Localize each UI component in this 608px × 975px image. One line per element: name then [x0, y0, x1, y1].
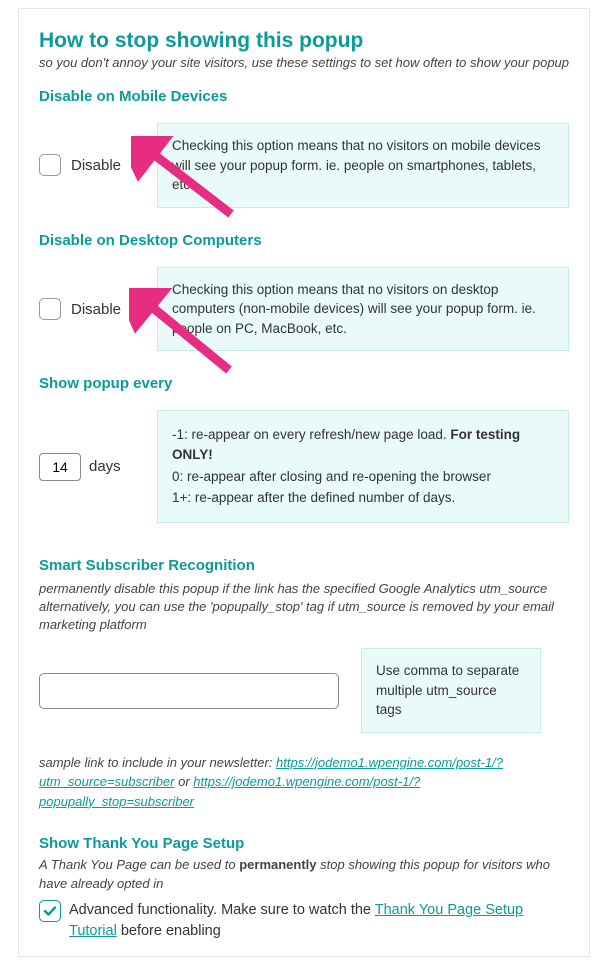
- help-frequency: -1: re-appear on every refresh/new page …: [157, 410, 569, 522]
- section-thank-you: Show Thank You Page Setup A Thank You Pa…: [39, 835, 569, 942]
- sample-or: or: [174, 774, 193, 789]
- input-utm-source[interactable]: [39, 673, 339, 709]
- page-title: How to stop showing this popup: [39, 29, 569, 53]
- sample-prefix: sample link to include in your newslette…: [39, 755, 276, 770]
- heading-disable-mobile: Disable on Mobile Devices: [39, 88, 569, 105]
- page-subtitle: so you don't annoy your site visitors, u…: [39, 55, 569, 70]
- help-disable-mobile: Checking this option means that no visit…: [157, 123, 569, 208]
- label-disable-mobile: Disable: [71, 157, 121, 174]
- label-disable-desktop: Disable: [71, 301, 121, 318]
- settings-panel: How to stop showing this popup so you do…: [18, 8, 590, 957]
- desc-thank-you: A Thank You Page can be used to permanen…: [39, 856, 569, 894]
- section-disable-desktop: Disable on Desktop Computers Disable Che…: [39, 232, 569, 352]
- checkbox-advanced-functionality[interactable]: [39, 900, 61, 922]
- section-frequency: Show popup every days -1: re-appear on e…: [39, 375, 569, 522]
- sample-links: sample link to include in your newslette…: [39, 753, 569, 812]
- label-days-unit: days: [89, 458, 121, 475]
- section-disable-mobile: Disable on Mobile Devices Disable Checki…: [39, 88, 569, 208]
- heading-frequency: Show popup every: [39, 375, 569, 392]
- checkbox-disable-mobile[interactable]: [39, 154, 61, 176]
- heading-smart-recognition: Smart Subscriber Recognition: [39, 557, 569, 574]
- label-advanced-text: Advanced functionality. Make sure to wat…: [69, 900, 569, 942]
- help-freq-line1a: -1: re-appear on every refresh/new page …: [172, 427, 450, 442]
- section-smart-recognition: Smart Subscriber Recognition permanently…: [39, 557, 569, 812]
- help-utm-source: Use comma to separate multiple utm_sourc…: [361, 648, 541, 733]
- desc-smart-recognition: permanently disable this popup if the li…: [39, 580, 569, 635]
- heading-disable-desktop: Disable on Desktop Computers: [39, 232, 569, 249]
- help-freq-line2: 0: re-appear after closing and re-openin…: [172, 467, 554, 487]
- checkbox-disable-desktop[interactable]: [39, 298, 61, 320]
- input-frequency-days[interactable]: [39, 453, 81, 481]
- help-disable-desktop: Checking this option means that no visit…: [157, 267, 569, 352]
- heading-thank-you: Show Thank You Page Setup: [39, 835, 569, 852]
- help-freq-line3: 1+: re-appear after the defined number o…: [172, 488, 554, 508]
